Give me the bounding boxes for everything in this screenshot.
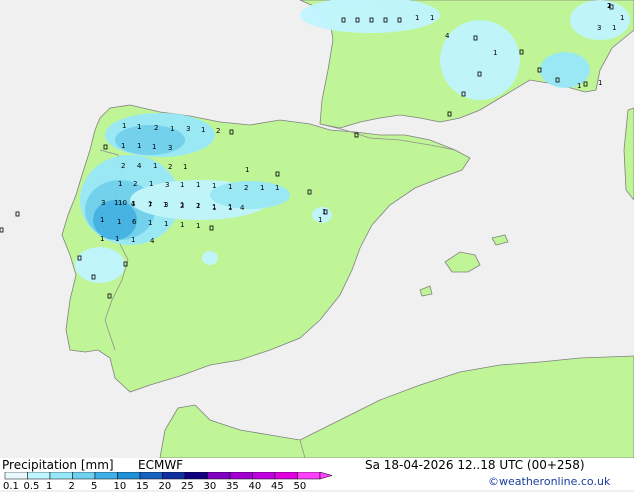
precip-value-label: 1 bbox=[153, 162, 157, 170]
legend-swatch bbox=[49, 472, 73, 480]
precip-value-label: 1 bbox=[131, 236, 135, 244]
precip-value-label: 1 bbox=[152, 143, 156, 151]
precip-value-label: 3 bbox=[101, 199, 105, 207]
precip-value-label: 2 bbox=[121, 162, 125, 170]
precip-value-label: 1 bbox=[577, 82, 581, 90]
precip-value-label: 1 bbox=[183, 163, 187, 171]
legend-swatch bbox=[297, 472, 321, 480]
legend-swatch bbox=[252, 472, 276, 480]
valid-time: Sa 18-04-2026 12..18 UTC (00+258) bbox=[365, 458, 585, 472]
precip-value-label: 1 bbox=[212, 182, 216, 190]
legend-tick-label: 25 bbox=[181, 481, 194, 492]
precip-value-label: 1 bbox=[100, 235, 104, 243]
precip-value-label: 4 bbox=[137, 162, 142, 170]
legend-tick-label: 0.1 bbox=[3, 481, 19, 492]
legend-tick-label: 5 bbox=[91, 481, 97, 492]
precip-value-label: 1 bbox=[318, 216, 322, 224]
precip-value-label: 1 bbox=[196, 222, 200, 230]
precip-value-label: 2 bbox=[196, 202, 200, 210]
precip-value-label: 1 bbox=[260, 184, 264, 192]
precip-value-label: 1 bbox=[228, 204, 232, 212]
precip-value-label: 2 bbox=[154, 124, 158, 132]
precip-value-label: 1 bbox=[245, 166, 249, 174]
precip-value-label: 7 bbox=[148, 201, 152, 209]
precip-value-label: 4 bbox=[445, 32, 450, 40]
legend-swatch bbox=[72, 472, 96, 480]
precip-value-label: 1 bbox=[228, 183, 232, 191]
precip-value-label: 2 bbox=[133, 180, 137, 188]
precip-value-label: 1 bbox=[115, 235, 119, 243]
precip-value-label: 1 bbox=[149, 180, 153, 188]
precip-value-label: 1 bbox=[121, 142, 125, 150]
legend-swatch bbox=[27, 472, 51, 480]
precip-value-label: 3 bbox=[165, 181, 169, 189]
legend-arrow bbox=[319, 472, 333, 480]
precip-value-label: 1 bbox=[275, 184, 279, 192]
precip-value-label: 3 bbox=[164, 201, 168, 209]
legend-swatch bbox=[229, 472, 253, 480]
precip-value-label: 1 bbox=[196, 181, 200, 189]
precip-value-label: 4 bbox=[131, 200, 136, 208]
precipitation-map: 2311111411112131211132412111213111121131… bbox=[0, 0, 634, 458]
legend-tick-label: 15 bbox=[136, 481, 149, 492]
precip-value-label: 1 bbox=[164, 220, 168, 228]
legend-tick-label: 50 bbox=[294, 481, 307, 492]
legend-swatch bbox=[184, 472, 208, 480]
precip-value-label: 1 bbox=[122, 122, 126, 130]
legend-tick-label: 40 bbox=[249, 481, 262, 492]
precip-value-label: 1 bbox=[620, 14, 624, 22]
precip-value-label: 2 bbox=[168, 163, 172, 171]
precip-value-label: 1 bbox=[598, 79, 602, 87]
model-name: ECMWF bbox=[138, 458, 184, 472]
precip-value-label: 1 bbox=[212, 204, 216, 212]
precip-value-label: 1 bbox=[612, 24, 616, 32]
legend-tick-label: 20 bbox=[159, 481, 172, 492]
precip-value-label: 1 bbox=[415, 14, 419, 22]
legend-swatch bbox=[117, 472, 141, 480]
precip-value-label: 4 bbox=[240, 204, 245, 212]
precip-value-label: 1 bbox=[118, 180, 122, 188]
precip-value-label: 6 bbox=[132, 218, 137, 226]
precip-value-label: 4 bbox=[150, 237, 155, 245]
legend-swatch bbox=[274, 472, 298, 480]
legend-swatch bbox=[94, 472, 118, 480]
precip-value-label: 3 bbox=[597, 24, 601, 32]
precip-value-label: 1 bbox=[430, 14, 434, 22]
legend-tick-label: 45 bbox=[271, 481, 284, 492]
product-title: Precipitation [mm] bbox=[2, 458, 114, 472]
legend-tick-label: 30 bbox=[204, 481, 217, 492]
precip-value-label: 1 bbox=[493, 49, 497, 57]
legend-swatch bbox=[207, 472, 231, 480]
precip-value-label: 1 bbox=[180, 221, 184, 229]
precip-value-label: 1 bbox=[201, 126, 205, 134]
legend-swatch bbox=[162, 472, 186, 480]
precip-value-label: 1 bbox=[117, 218, 121, 226]
precip-value-label: 2 bbox=[216, 127, 220, 135]
legend-tick-label: 2 bbox=[69, 481, 75, 492]
legend-tick-label: 1 bbox=[46, 481, 52, 492]
color-legend: 0.1 0.5 1 2 5 10 15 20 25 30 35 40 45 50 bbox=[3, 472, 333, 492]
legend-swatch bbox=[4, 472, 28, 480]
legend-swatch bbox=[139, 472, 163, 480]
legend-tick-label: 35 bbox=[226, 481, 239, 492]
precip-value-label: 1 bbox=[137, 142, 141, 150]
precip-value-label: 1 bbox=[137, 123, 141, 131]
footer-bar: Precipitation [mm] ECMWF Sa 18-04-2026 1… bbox=[0, 458, 634, 492]
precip-value-label: 3 bbox=[186, 125, 190, 133]
precip-value-label: 2 bbox=[180, 202, 184, 210]
precip-value-label: 1 bbox=[170, 125, 174, 133]
precip-value-label: 3 bbox=[168, 144, 172, 152]
precip-value-label: 1 bbox=[180, 181, 184, 189]
precip-value-label: 1 bbox=[100, 216, 104, 224]
legend-tick-label: 10 bbox=[114, 481, 127, 492]
map-svg: 23 111 1141 11 1 2 1 3 1 21 1 1 32 4 1 2 1 11 2 1 3 1 1 1 1 2 1 13 1… bbox=[0, 0, 634, 458]
legend-tick-label: 0.5 bbox=[24, 481, 40, 492]
precip-value-label: 1 bbox=[148, 219, 152, 227]
credit-link[interactable]: ©weatheronline.co.uk bbox=[488, 475, 610, 488]
precip-value-label: 10 bbox=[118, 199, 127, 207]
precip-value-label: 2 bbox=[244, 184, 248, 192]
